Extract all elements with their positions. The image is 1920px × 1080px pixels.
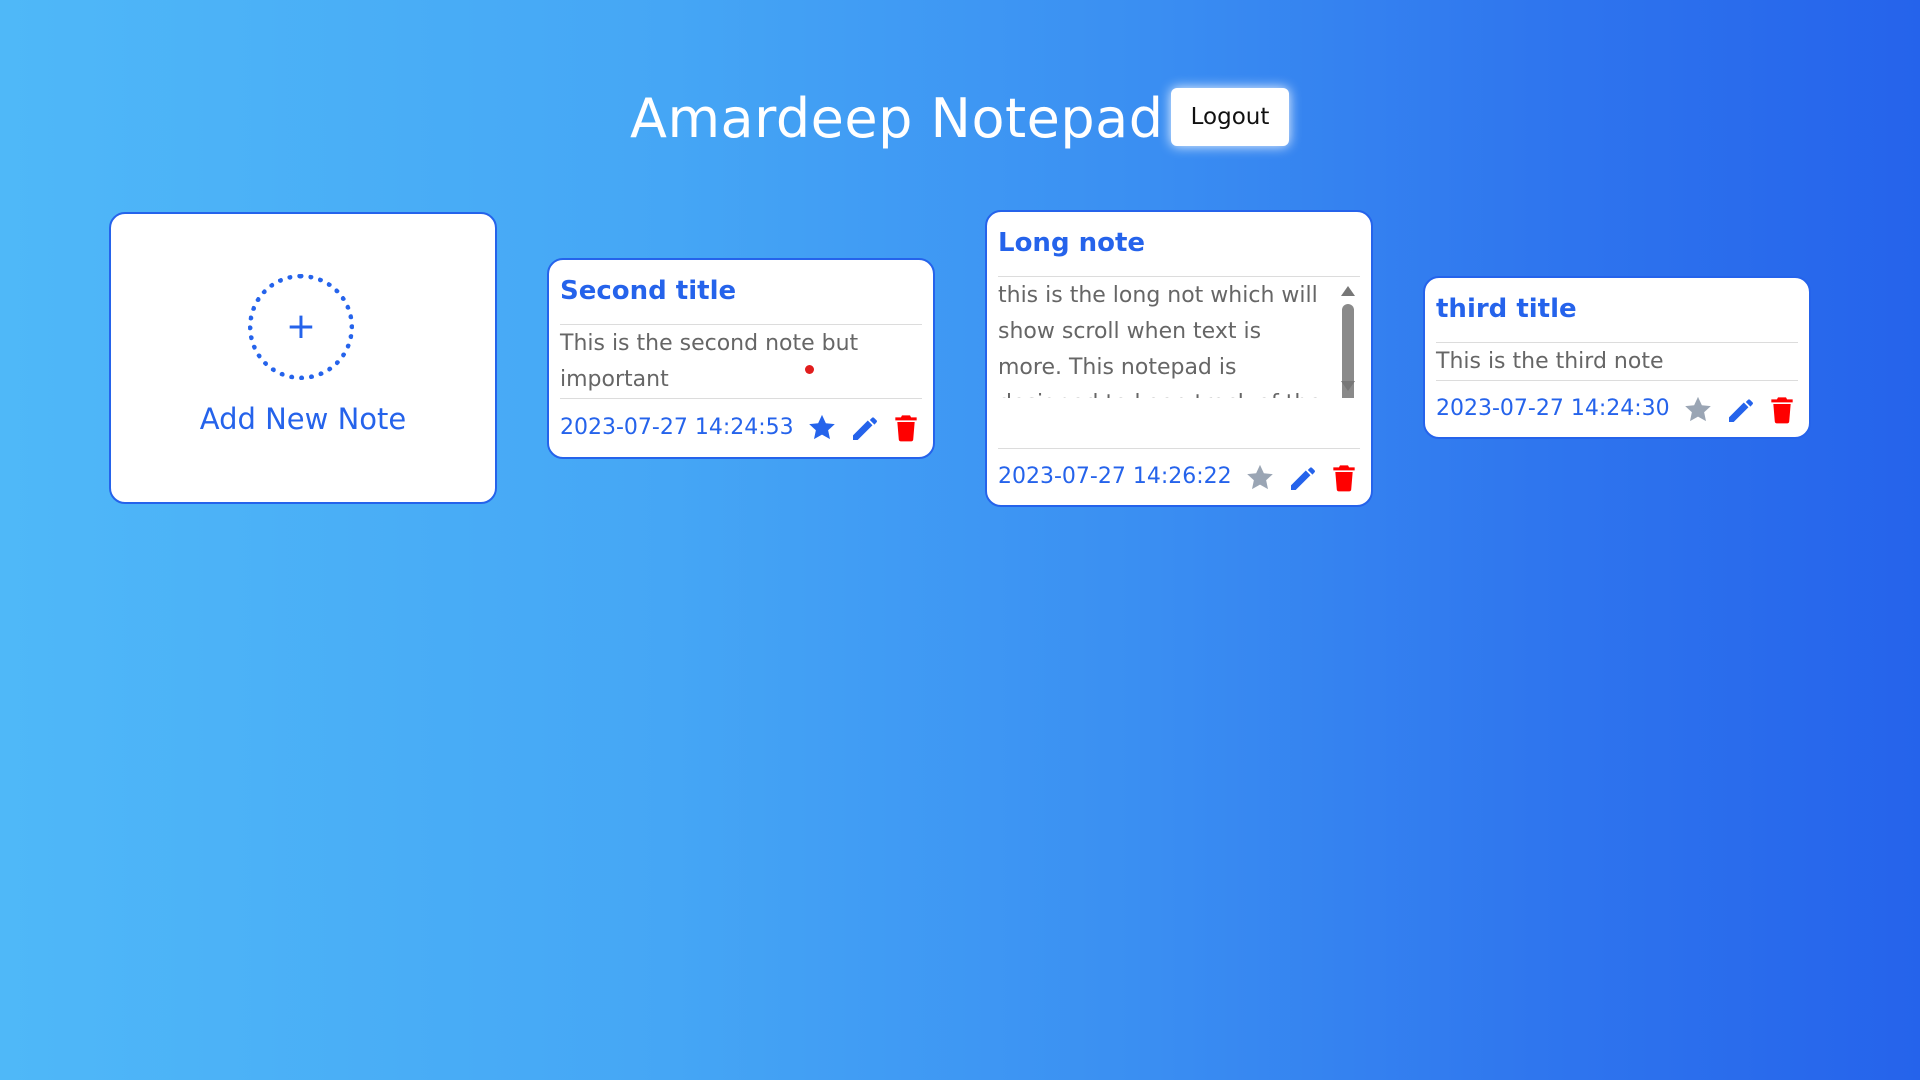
app-header: Amardeep Notepad Logout bbox=[0, 84, 1920, 154]
note-title: Second title bbox=[560, 276, 737, 306]
note-scroll-area[interactable]: this is the long not which will show scr… bbox=[998, 278, 1358, 398]
star-icon[interactable] bbox=[806, 412, 838, 444]
scroll-up-arrow[interactable] bbox=[1341, 286, 1355, 296]
note-card: Long note this is the long not which wil… bbox=[985, 210, 1373, 507]
note-divider bbox=[560, 324, 922, 325]
note-divider bbox=[998, 448, 1360, 449]
pencil-icon[interactable] bbox=[849, 412, 881, 444]
note-card: Second title This is the second note but… bbox=[547, 258, 935, 459]
trash-icon[interactable] bbox=[1328, 462, 1360, 494]
note-divider bbox=[1436, 380, 1798, 381]
add-note-card[interactable]: + Add New Note bbox=[109, 212, 497, 504]
logout-button[interactable]: Logout bbox=[1171, 88, 1289, 146]
note-divider bbox=[998, 276, 1360, 277]
star-icon[interactable] bbox=[1682, 394, 1714, 426]
trash-icon[interactable] bbox=[1766, 394, 1798, 426]
note-date: 2023-07-27 14:24:53 bbox=[560, 415, 794, 440]
note-body: This is the second note but important bbox=[560, 331, 859, 392]
add-note-circle: + bbox=[248, 274, 354, 380]
star-icon[interactable] bbox=[1244, 462, 1276, 494]
note-body: this is the long not which will show scr… bbox=[998, 283, 1322, 398]
scroll-down-arrow[interactable] bbox=[1341, 381, 1355, 391]
pencil-icon[interactable] bbox=[1287, 462, 1319, 494]
app-title: Amardeep Notepad bbox=[630, 87, 1164, 150]
note-divider bbox=[560, 398, 922, 399]
note-divider bbox=[1436, 342, 1798, 343]
add-note-label: Add New Note bbox=[199, 402, 407, 436]
plus-icon: + bbox=[285, 306, 317, 347]
pencil-icon[interactable] bbox=[1725, 394, 1757, 426]
note-body: This is the third note bbox=[1436, 349, 1664, 374]
note-title: Long note bbox=[998, 228, 1146, 258]
note-date: 2023-07-27 14:26:22 bbox=[998, 464, 1232, 489]
trash-icon[interactable] bbox=[890, 412, 922, 444]
status-dot bbox=[805, 365, 814, 374]
note-card: third title This is the third note 2023-… bbox=[1423, 276, 1811, 439]
note-date: 2023-07-27 14:24:30 bbox=[1436, 396, 1670, 421]
note-title: third title bbox=[1436, 294, 1577, 324]
